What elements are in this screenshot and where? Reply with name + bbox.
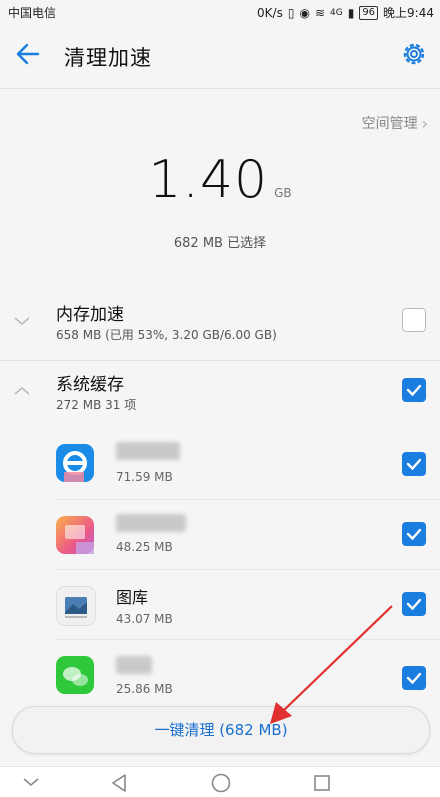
redacted-app-name bbox=[116, 442, 180, 460]
one-click-clean-button[interactable]: 一键清理 (682 MB) bbox=[12, 706, 430, 754]
chevron-down-icon[interactable] bbox=[22, 776, 40, 788]
app-checkbox[interactable] bbox=[402, 666, 426, 690]
chevron-down-icon[interactable] bbox=[14, 316, 30, 326]
list-item[interactable]: 48.25 MB bbox=[0, 500, 440, 570]
eye-icon: ◉ bbox=[299, 5, 310, 20]
check-icon bbox=[406, 528, 422, 541]
app-checkbox[interactable] bbox=[402, 522, 426, 546]
clock: 晚上9:44 bbox=[383, 6, 434, 20]
back-triangle-icon[interactable] bbox=[110, 773, 128, 793]
app-checkbox[interactable] bbox=[402, 592, 426, 616]
app-size: 25.86 MB bbox=[116, 682, 173, 696]
check-icon bbox=[406, 598, 422, 611]
list-item[interactable]: 25.86 MB bbox=[0, 640, 440, 700]
app-checkbox[interactable] bbox=[402, 452, 426, 476]
memory-boost-checkbox[interactable] bbox=[402, 308, 426, 332]
section-system-cache[interactable]: 系统缓存 272 MB 31 项 bbox=[0, 360, 440, 430]
gear-icon[interactable] bbox=[400, 40, 428, 68]
section-title: 系统缓存 bbox=[56, 375, 124, 395]
chevron-right-icon: › bbox=[421, 113, 428, 133]
redacted-app-name bbox=[116, 656, 152, 674]
section-memory-boost[interactable]: 内存加速 658 MB (已用 53%, 3.20 GB/6.00 GB) bbox=[0, 290, 440, 360]
home-circle-icon[interactable] bbox=[210, 772, 232, 794]
signal-icon: ▮ bbox=[347, 5, 355, 20]
cleanable-unit: GB bbox=[274, 186, 292, 200]
system-cache-checkbox[interactable] bbox=[402, 378, 426, 402]
check-icon bbox=[406, 458, 422, 471]
green-chat-app-icon bbox=[56, 656, 94, 694]
check-icon bbox=[406, 672, 422, 685]
check-icon bbox=[406, 384, 422, 397]
recents-square-icon[interactable] bbox=[312, 773, 332, 793]
carrier-label: 中国电信 bbox=[8, 6, 57, 20]
gallery-icon bbox=[56, 586, 96, 626]
section-title: 内存加速 bbox=[56, 305, 124, 325]
section-subtitle: 658 MB (已用 53%, 3.20 GB/6.00 GB) bbox=[56, 328, 277, 342]
status-bar: 中国电信 0K/s ▯ ◉ ≋ 4G ▮ 96 晚上9:44 bbox=[0, 0, 440, 26]
chevron-up-icon[interactable] bbox=[14, 386, 30, 396]
app-size: 43.07 MB bbox=[116, 612, 173, 626]
network-type: 4G bbox=[330, 7, 343, 18]
section-subtitle: 272 MB 31 项 bbox=[56, 398, 137, 412]
app-size: 48.25 MB bbox=[116, 540, 173, 554]
list-item[interactable]: 71.59 MB bbox=[0, 430, 440, 500]
selected-summary: 682 MB 已选择 bbox=[173, 236, 267, 251]
space-management-label: 空间管理 bbox=[361, 116, 418, 132]
blue-e-app-icon bbox=[56, 444, 94, 482]
wifi-icon: ≋ bbox=[314, 5, 325, 20]
battery-icon: 96 bbox=[359, 5, 379, 20]
app-name: 图库 bbox=[116, 588, 149, 607]
orange-pink-app-icon bbox=[56, 516, 94, 554]
network-speed: 0K/s bbox=[257, 5, 283, 20]
system-nav-bar bbox=[0, 766, 440, 797]
cleanable-amount: 1.40 bbox=[148, 150, 269, 210]
app-header: 清理加速 bbox=[0, 26, 440, 88]
redacted-app-name bbox=[116, 514, 186, 532]
app-size: 71.59 MB bbox=[116, 470, 173, 484]
cleanable-total: 1.40 GB bbox=[0, 150, 440, 210]
list-item[interactable]: 图库 43.07 MB bbox=[0, 570, 440, 640]
space-management-link[interactable]: 空间管理 › bbox=[362, 113, 428, 133]
status-icons: 0K/s ▯ ◉ ≋ 4G ▮ 96 晚上9:44 bbox=[257, 4, 434, 21]
vibrate-icon: ▯ bbox=[287, 5, 295, 20]
page-title: 清理加速 bbox=[64, 46, 152, 70]
back-arrow-icon[interactable] bbox=[14, 40, 42, 68]
header-divider bbox=[0, 88, 440, 89]
